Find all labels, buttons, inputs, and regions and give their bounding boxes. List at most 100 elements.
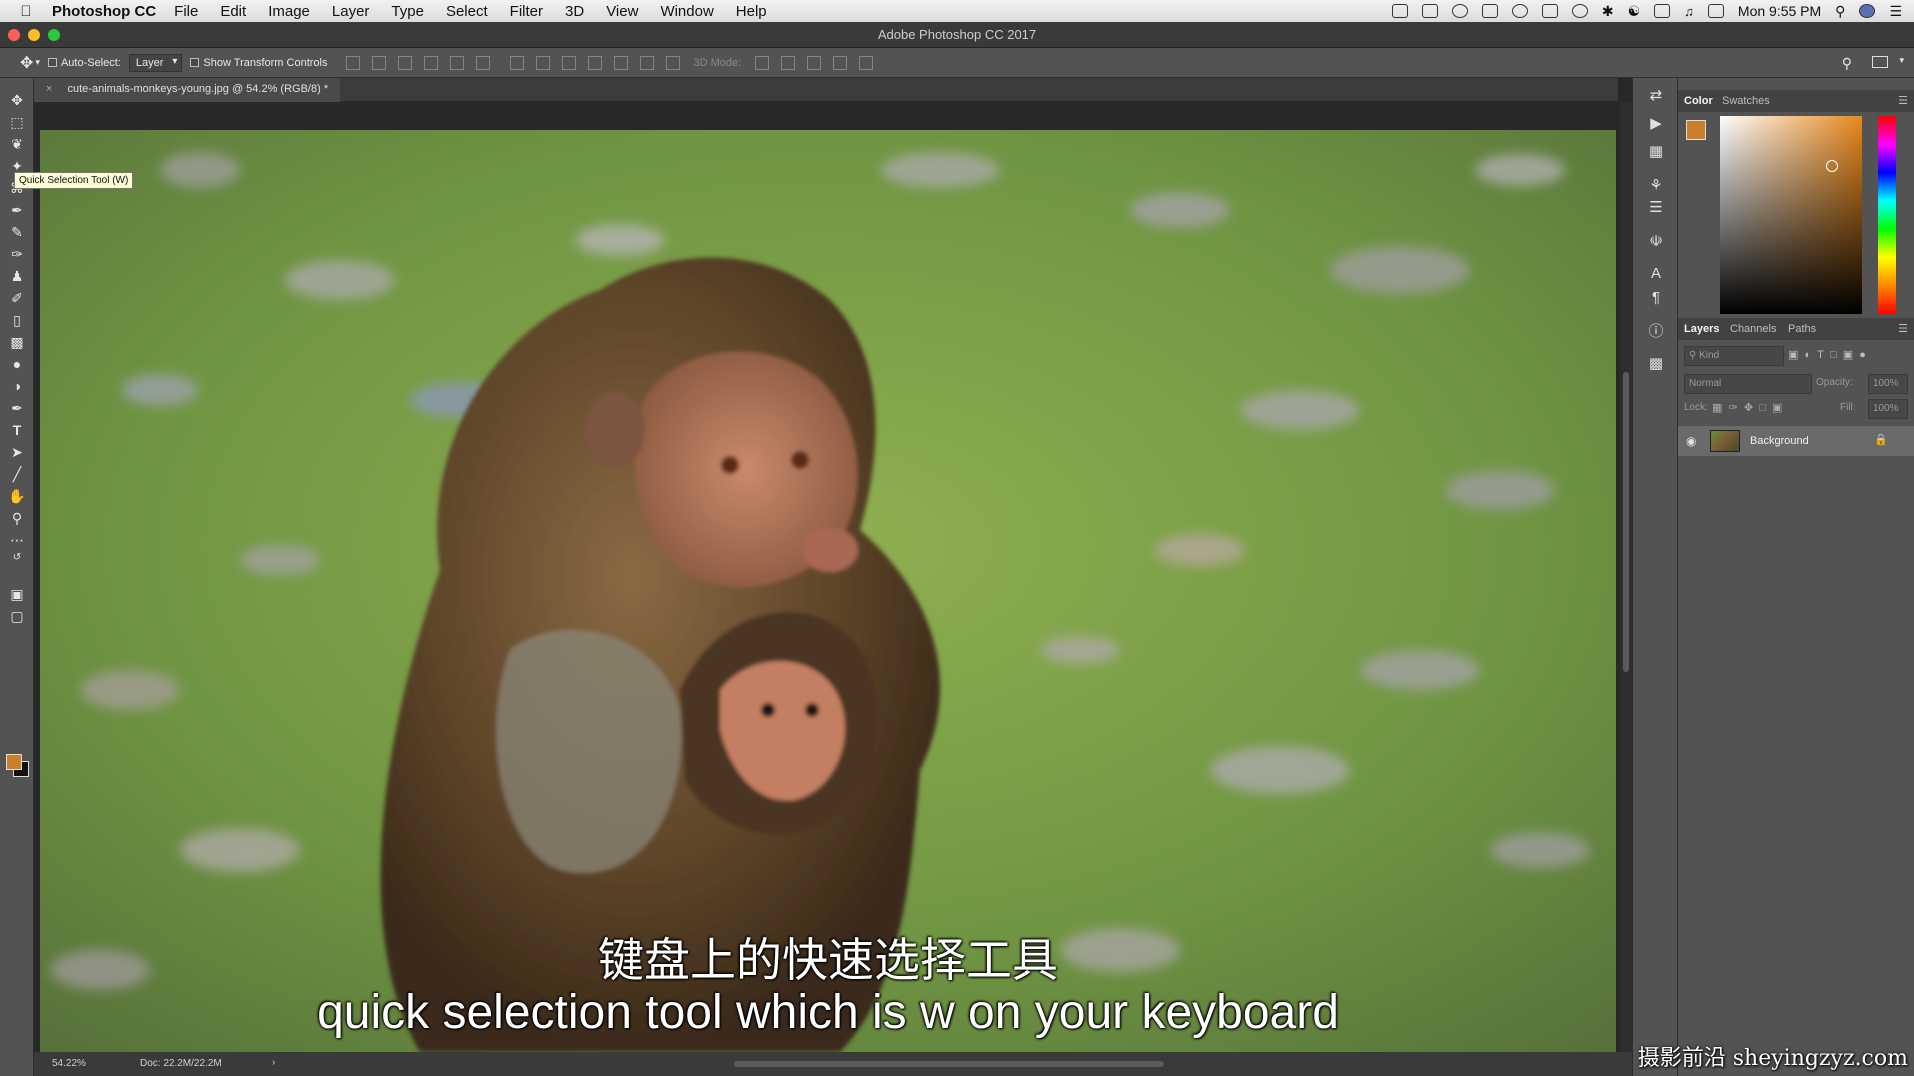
tab-layers[interactable]: Layers [1684, 323, 1719, 335]
adjustments-panel-icon[interactable]: ⚘ [1646, 176, 1666, 196]
filter-smart-object-icon[interactable]: ▣ [1843, 349, 1853, 361]
gradient-tool-icon[interactable]: ▩ [7, 332, 27, 352]
filter-pixel-icon[interactable]: ▣ [1788, 349, 1798, 361]
properties-panel-icon[interactable]: ☰ [1646, 198, 1666, 218]
screen-record-icon[interactable] [1391, 4, 1408, 18]
sync-icon[interactable] [1541, 4, 1558, 18]
zoom-level[interactable]: 54.22% [52, 1058, 86, 1069]
filter-shape-icon[interactable]: □ [1830, 349, 1837, 361]
align-bottom-icon[interactable] [397, 55, 412, 70]
lock-position-icon[interactable]: ✥ [1744, 402, 1753, 414]
close-tab-icon[interactable]: × [46, 83, 52, 95]
tool-preset-chevron-icon[interactable]: ▾ [35, 57, 40, 68]
menu-select[interactable]: Select [446, 3, 488, 20]
distribute-hcenter-icon[interactable] [613, 55, 628, 70]
color-panel-menu-icon[interactable]: ☰ [1898, 94, 1908, 107]
line-tool-icon[interactable]: ╱ [7, 464, 27, 484]
status-menu-arrow-icon[interactable]: › [272, 1057, 275, 1068]
pen-tool-icon[interactable]: ✒ [7, 398, 27, 418]
move-tool-icon[interactable]: ✥ [7, 90, 27, 110]
marquee-tool-icon[interactable]: ⬚ [7, 112, 27, 132]
menu-type[interactable]: Type [391, 3, 424, 20]
more-tools-icon[interactable]: ⋯ [7, 530, 27, 550]
distribute-left-icon[interactable] [587, 55, 602, 70]
notification-icon[interactable] [1511, 4, 1528, 18]
filter-adjustment-icon[interactable]: ◐ [1805, 349, 1812, 361]
layer-filter-kind[interactable]: ⚲ Kind [1684, 346, 1784, 366]
menu-view[interactable]: View [606, 3, 638, 20]
menu-3d[interactable]: 3D [565, 3, 584, 20]
display-icon[interactable] [1421, 4, 1438, 18]
history-brush-tool-icon[interactable]: ✐ [7, 288, 27, 308]
3d-slide-icon[interactable] [833, 55, 848, 70]
align-top-icon[interactable] [345, 55, 360, 70]
filter-toggle-icon[interactable]: ● [1859, 349, 1866, 361]
tab-paths[interactable]: Paths [1788, 323, 1816, 335]
layer-thumbnail[interactable] [1710, 430, 1740, 452]
layer-visibility-eye-icon[interactable]: ◉ [1686, 434, 1696, 448]
swap-colors-icon[interactable]: ↺ [7, 548, 27, 568]
dodge-tool-icon[interactable]: ◑ [7, 376, 27, 396]
notification-center-icon[interactable]: ☰ [1889, 3, 1902, 20]
screen-mode-icon[interactable]: ▢ [7, 606, 27, 626]
3d-roll-icon[interactable] [781, 55, 796, 70]
type-tool-icon[interactable]: T [7, 420, 27, 440]
show-transform-checkbox[interactable] [190, 58, 200, 67]
lock-artboard-icon[interactable]: □ [1759, 402, 1766, 414]
input-source-icon[interactable] [1707, 4, 1724, 18]
vertical-scrollbar[interactable] [1620, 102, 1632, 1052]
auto-align-icon[interactable] [665, 55, 680, 70]
bluetooth-icon[interactable]: ✱ [1602, 3, 1614, 20]
layer-name[interactable]: Background [1750, 435, 1809, 447]
healing-brush-tool-icon[interactable]: ✎ [7, 222, 27, 242]
search-icon[interactable]: ⚲ [1842, 55, 1852, 72]
paragraph-panel-icon[interactable]: ¶ [1646, 288, 1666, 308]
document-canvas-photo[interactable] [40, 130, 1616, 1052]
distribute-bottom-icon[interactable] [561, 55, 576, 70]
distribute-top-icon[interactable] [509, 55, 524, 70]
blend-mode-dropdown[interactable]: Normal [1684, 374, 1812, 394]
3d-rotate-icon[interactable] [755, 55, 770, 70]
eraser-tool-icon[interactable]: ▯ [7, 310, 27, 330]
color-picker-field[interactable] [1720, 116, 1862, 314]
vertical-scrollbar-thumb[interactable] [1623, 372, 1629, 672]
horizontal-scrollbar-thumb[interactable] [734, 1061, 1164, 1067]
path-selection-tool-icon[interactable]: ➤ [7, 442, 27, 462]
quick-mask-icon[interactable]: ▣ [7, 584, 27, 604]
wifi-icon[interactable]: ☯ [1628, 3, 1641, 20]
auto-select-checkbox[interactable] [47, 58, 57, 67]
hand-tool-icon[interactable]: ✋ [7, 486, 27, 506]
hue-slider[interactable] [1878, 116, 1896, 314]
lock-pixels-icon[interactable]: ✑ [1729, 402, 1738, 414]
airplay-icon[interactable] [1654, 4, 1671, 18]
clone-stamp-tool-icon[interactable]: ♟ [7, 266, 27, 286]
volume-icon[interactable]: ♫ [1684, 4, 1694, 19]
menu-help[interactable]: Help [736, 3, 767, 20]
distribute-right-icon[interactable] [639, 55, 654, 70]
document-tab[interactable]: × cute-animals-monkeys-young.jpg @ 54.2%… [34, 78, 341, 102]
fill-field[interactable]: 100% [1868, 399, 1908, 419]
auto-select-dropdown[interactable]: Layer [128, 53, 183, 72]
menu-window[interactable]: Window [660, 3, 713, 20]
menu-image[interactable]: Image [268, 3, 310, 20]
align-right-icon[interactable] [475, 55, 490, 70]
layers-panel-menu-icon[interactable]: ☰ [1898, 322, 1908, 335]
spotlight-search-icon[interactable]: ⚲ [1835, 3, 1845, 20]
layer-lock-icon[interactable]: 🔒 [1874, 433, 1888, 446]
opacity-field[interactable]: 100% [1868, 374, 1908, 394]
tab-swatches[interactable]: Swatches [1722, 95, 1770, 107]
lock-transparent-icon[interactable]: ▦ [1712, 402, 1722, 414]
menu-file[interactable]: File [174, 3, 198, 20]
menu-edit[interactable]: Edit [220, 3, 246, 20]
foreground-color-swatch[interactable] [6, 754, 22, 770]
tab-channels[interactable]: Channels [1730, 323, 1776, 335]
info-panel-icon[interactable]: ⓘ [1646, 322, 1666, 342]
brushes-panel-icon[interactable]: ☫ [1646, 232, 1666, 252]
apple-icon[interactable]:  [14, 3, 38, 20]
navigator-panel-icon[interactable]: ▩ [1646, 354, 1666, 374]
user-avatar-icon[interactable] [1859, 4, 1876, 18]
menubar-clock[interactable]: Mon 9:55 PM [1738, 3, 1821, 19]
menu-filter[interactable]: Filter [510, 3, 543, 20]
app-menu[interactable]: Photoshop CC [52, 3, 156, 20]
panel-foreground-color[interactable] [1686, 120, 1706, 140]
